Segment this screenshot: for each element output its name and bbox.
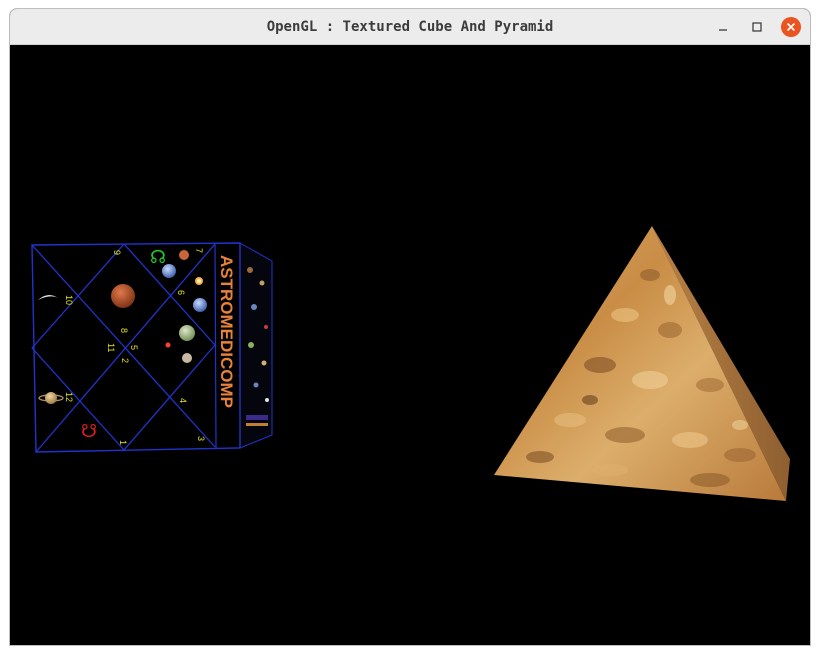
minimize-icon: [719, 29, 727, 31]
minimize-button[interactable]: [713, 17, 733, 37]
mars-planet: [111, 284, 135, 308]
house-number: 6: [176, 290, 186, 295]
house-number: 1: [118, 440, 128, 445]
close-icon: [786, 22, 796, 32]
textured-pyramid: [494, 226, 790, 501]
house-number: 2: [120, 358, 130, 363]
house-number: 3: [196, 436, 206, 441]
app-window: OpenGL : Textured Cube And Pyramid ASTRO…: [9, 8, 811, 646]
window-title: OpenGL : Textured Cube And Pyramid: [266, 19, 554, 35]
planet-uranus: [193, 298, 207, 312]
node-symbol-top: ☊: [150, 247, 166, 268]
scene-render: ASTROMEDICOMP ☊ ☋ 9 7 6 10 8 5 11 2 12 4…: [31, 226, 790, 501]
planet-red-dot: [165, 342, 171, 348]
house-number: 8: [119, 328, 129, 333]
maximize-button[interactable]: [747, 17, 767, 37]
opengl-canvas[interactable]: ASTROMEDICOMP ☊ ☋ 9 7 6 10 8 5 11 2 12 4…: [10, 45, 810, 645]
house-number: 7: [194, 248, 204, 253]
planet-saturn: [45, 392, 57, 404]
textured-cube: ASTROMEDICOMP ☊ ☋ 9 7 6 10 8 5 11 2 12 4…: [31, 242, 273, 453]
title-bar[interactable]: OpenGL : Textured Cube And Pyramid: [10, 9, 810, 45]
house-number: 11: [106, 343, 116, 352]
maximize-icon: [752, 22, 762, 32]
house-number: 4: [178, 398, 188, 403]
node-symbol-bottom: ☋: [81, 421, 97, 442]
house-number: 9: [112, 250, 122, 255]
house-number: 5: [129, 345, 139, 350]
cube-side-text: ASTROMEDICOMP: [217, 255, 236, 408]
planet-small-top: [179, 250, 189, 260]
house-number: 10: [64, 295, 74, 305]
close-button[interactable]: [781, 17, 801, 37]
planet-jupiter: [179, 325, 195, 341]
house-number: 12: [64, 392, 74, 402]
planet-moon: [182, 353, 192, 363]
